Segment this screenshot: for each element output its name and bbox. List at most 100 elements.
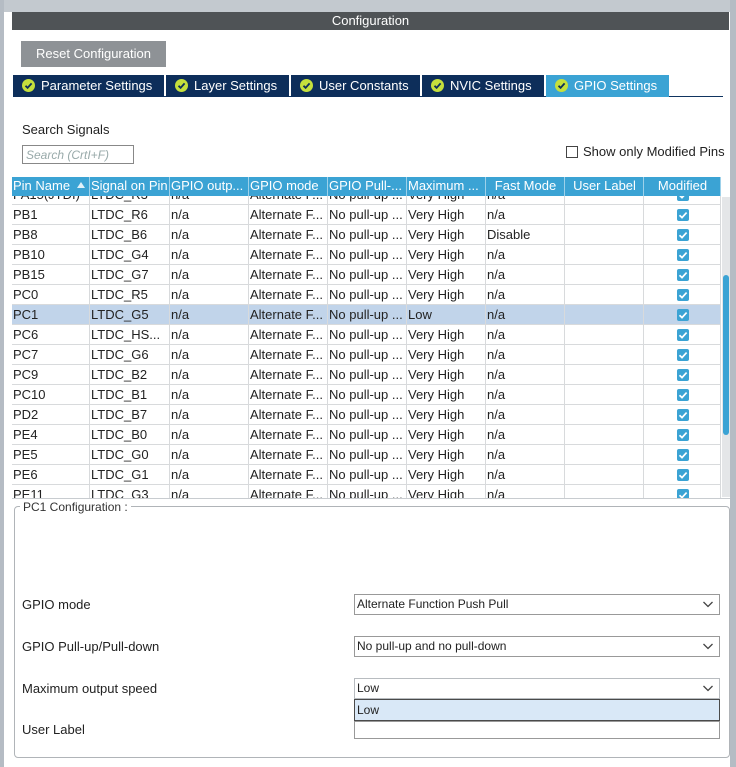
cell-gpio-pull: No pull-up ... (328, 305, 407, 325)
table-row[interactable]: PD2 LTDC_B7 n/a Alternate F... No pull-up ..… (12, 405, 721, 425)
cell-gpio-mode: Alternate F... (249, 485, 328, 498)
scrollbar-thumb[interactable] (723, 275, 729, 435)
modified-check-icon (677, 389, 689, 401)
cell-pin-name: PE6 (12, 465, 90, 485)
cell-user-label (565, 325, 644, 345)
cell-gpio-mode: Alternate F... (249, 365, 328, 385)
cell-max-speed: Very High (407, 385, 486, 405)
cell-pin-name: PC1 (12, 305, 90, 325)
cell-pin-name: PE11 (12, 485, 90, 498)
cell-max-speed: Very High (407, 225, 486, 245)
cell-max-speed: Very High (407, 345, 486, 365)
modified-check-icon (677, 209, 689, 221)
max-output-speed-select[interactable]: Low (354, 678, 720, 699)
cell-signal-on-pin: LTDC_R6 (90, 205, 170, 225)
col-fast-mode-header[interactable]: Fast Mode (486, 177, 565, 196)
user-label-label: User Label (22, 722, 85, 737)
cell-pin-name: PC9 (12, 365, 90, 385)
show-only-modified-checkbox[interactable]: Show only Modified Pins (566, 144, 725, 159)
cell-max-speed: Very High (407, 425, 486, 445)
cell-signal-on-pin: LTDC_G5 (90, 305, 170, 325)
table-row[interactable]: PE5 LTDC_G0 n/a Alternate F... No pull-up ..… (12, 445, 721, 465)
cell-gpio-mode: Alternate F... (249, 425, 328, 445)
cell-gpio-pull: No pull-up ... (328, 205, 407, 225)
table-row[interactable]: PC1 LTDC_G5 n/a Alternate F... No pull-up ..… (12, 305, 721, 325)
configuration-header: Configuration (12, 12, 729, 30)
cell-pin-name: PB8 (12, 225, 90, 245)
max-output-speed-value: Low (357, 681, 380, 695)
cell-fast-mode: n/a (486, 425, 565, 445)
cell-fast-mode: n/a (486, 265, 565, 285)
gpio-mode-select[interactable]: Alternate Function Push Pull (354, 594, 720, 615)
cell-fast-mode: n/a (486, 465, 565, 485)
cell-gpio-mode: Alternate F... (249, 305, 328, 325)
cell-gpio-output: n/a (170, 445, 249, 465)
chevron-down-icon (703, 643, 713, 650)
table-row[interactable]: PB8 LTDC_B6 n/a Alternate F... No pull-up ..… (12, 225, 721, 245)
col-user-label-header[interactable]: User Label (565, 177, 644, 196)
cell-signal-on-pin: LTDC_G6 (90, 345, 170, 365)
cell-gpio-mode: Alternate F... (249, 325, 328, 345)
cell-gpio-output: n/a (170, 285, 249, 305)
table-row[interactable]: PE11 LTDC_G3 n/a Alternate F... No pull-up .… (12, 485, 721, 498)
col-max-speed-header[interactable]: Maximum ... (407, 177, 486, 196)
modified-check-icon (677, 429, 689, 441)
table-row[interactable]: PC7 LTDC_G6 n/a Alternate F... No pull-up ..… (12, 345, 721, 365)
modified-check-icon (677, 349, 689, 361)
cell-fast-mode: Disable (486, 225, 565, 245)
col-gpio-mode-header[interactable]: GPIO mode (249, 177, 328, 196)
tab-label: NVIC Settings (450, 78, 532, 93)
cell-fast-mode: n/a (486, 305, 565, 325)
cell-signal-on-pin: LTDC_G1 (90, 465, 170, 485)
tab-user-constants[interactable]: User Constants (291, 75, 420, 97)
cell-gpio-pull: No pull-up ... (328, 385, 407, 405)
table-row[interactable]: PC9 LTDC_B2 n/a Alternate F... No pull-up ..… (12, 365, 721, 385)
cell-gpio-output: n/a (170, 225, 249, 245)
col-gpio-pull-header[interactable]: GPIO Pull-... (328, 177, 407, 196)
cell-pin-name: PB15 (12, 265, 90, 285)
cell-signal-on-pin: LTDC_B6 (90, 225, 170, 245)
table-vertical-scrollbar[interactable] (722, 197, 730, 497)
cell-gpio-pull: No pull-up ... (328, 225, 407, 245)
tab-layer-settings[interactable]: Layer Settings (166, 75, 289, 97)
cell-pin-name: PC10 (12, 385, 90, 405)
cell-gpio-mode: Alternate F... (249, 245, 328, 265)
cell-gpio-pull: No pull-up ... (328, 245, 407, 265)
search-input[interactable] (22, 145, 134, 164)
speed-dropdown-option-low[interactable]: Low (354, 699, 720, 721)
pc1-configuration-title: PC1 Configuration : (20, 500, 131, 514)
cell-gpio-output: n/a (170, 385, 249, 405)
checkbox-box[interactable] (566, 146, 578, 158)
col-modified-header[interactable]: Modified (644, 177, 721, 196)
tab-gpio-settings[interactable]: GPIO Settings (546, 75, 669, 97)
table-row[interactable]: PE6 LTDC_G1 n/a Alternate F... No pull-up ..… (12, 465, 721, 485)
cell-user-label (565, 305, 644, 325)
cell-max-speed: Very High (407, 465, 486, 485)
tab-nvic-settings[interactable]: NVIC Settings (422, 75, 544, 97)
gpio-pull-select[interactable]: No pull-up and no pull-down (354, 636, 720, 657)
table-row[interactable]: PB15 LTDC_G7 n/a Alternate F... No pull-up .… (12, 265, 721, 285)
cell-gpio-output: n/a (170, 245, 249, 265)
divider (12, 498, 730, 499)
cell-max-speed: Very High (407, 245, 486, 265)
reset-configuration-button[interactable]: Reset Configuration (21, 41, 166, 67)
table-row[interactable]: PC10 LTDC_B1 n/a Alternate F... No pull-up .… (12, 385, 721, 405)
cell-max-speed: Very High (407, 485, 486, 498)
cell-gpio-pull: No pull-up ... (328, 325, 407, 345)
cell-fast-mode: n/a (486, 485, 565, 498)
table-row[interactable]: PB1 LTDC_R6 n/a Alternate F... No pull-up ..… (12, 205, 721, 225)
table-row[interactable]: PC0 LTDC_R5 n/a Alternate F... No pull-up ..… (12, 285, 721, 305)
tab-parameter-settings[interactable]: Parameter Settings (13, 75, 164, 97)
cell-gpio-mode: Alternate F... (249, 385, 328, 405)
table-row[interactable]: PC6 LTDC_HS... n/a Alternate F... No pull-up… (12, 325, 721, 345)
table-row[interactable]: PE4 LTDC_B0 n/a Alternate F... No pull-up ..… (12, 425, 721, 445)
col-signal-on-pin-header[interactable]: Signal on Pin (90, 177, 170, 196)
chevron-down-icon (703, 601, 713, 608)
cell-gpio-pull: No pull-up ... (328, 465, 407, 485)
user-label-input[interactable] (354, 721, 720, 739)
cell-gpio-output: n/a (170, 325, 249, 345)
cell-gpio-mode: Alternate F... (249, 465, 328, 485)
col-gpio-output-header[interactable]: GPIO outp... (170, 177, 249, 196)
check-circle-icon (431, 79, 444, 92)
table-row[interactable]: PB10 LTDC_G4 n/a Alternate F... No pull-up .… (12, 245, 721, 265)
